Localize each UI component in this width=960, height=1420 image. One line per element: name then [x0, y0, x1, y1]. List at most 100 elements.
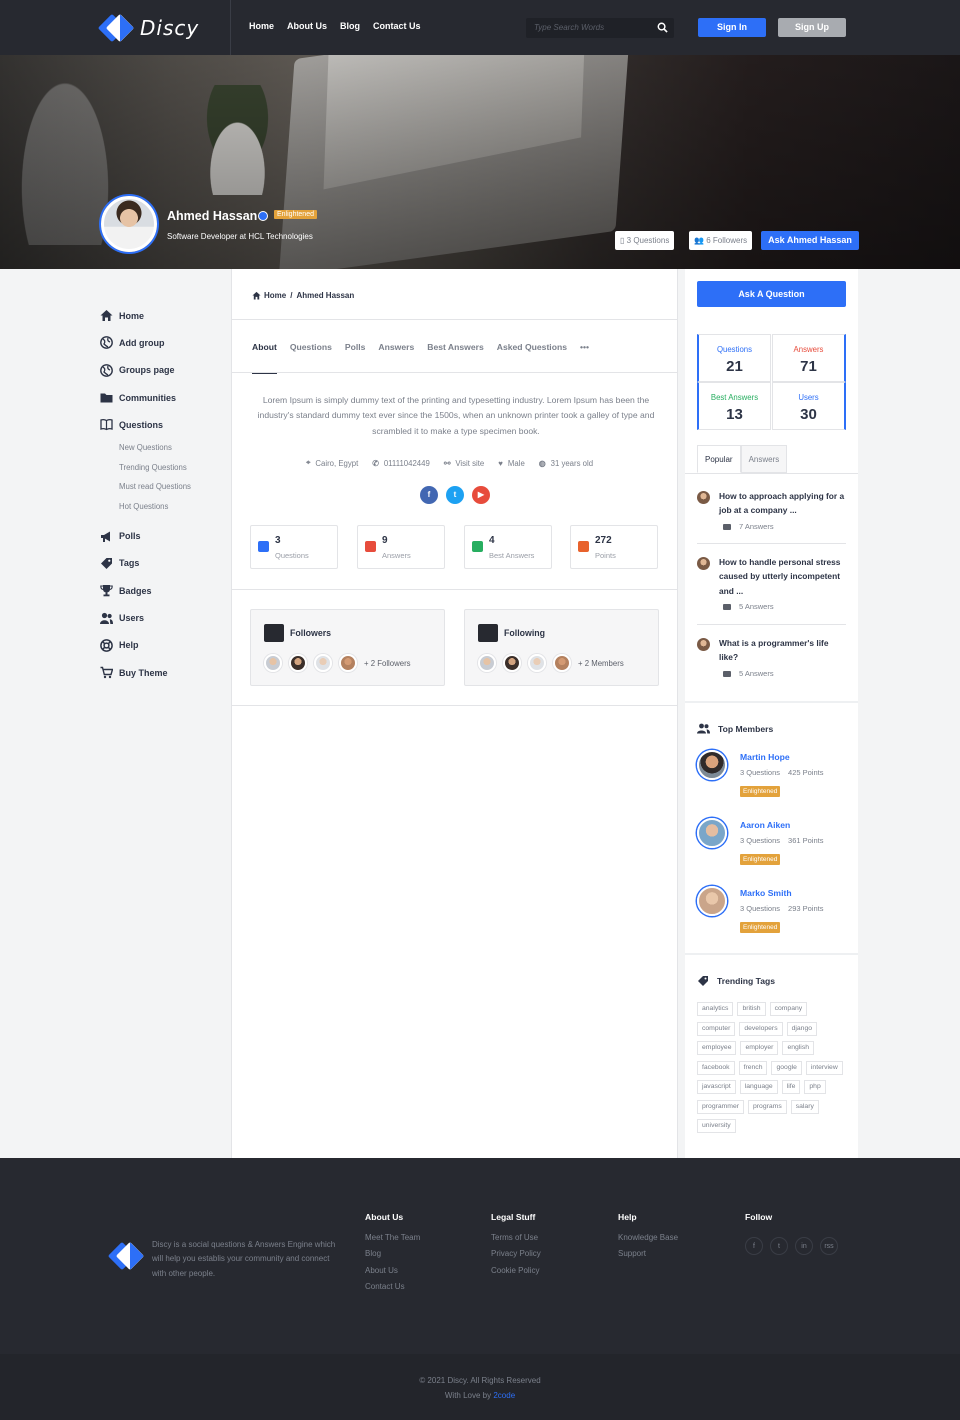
member-name[interactable]: Aaron Aiken [740, 820, 790, 830]
tag-british[interactable]: british [737, 1002, 766, 1016]
facebook-icon[interactable]: f [745, 1237, 763, 1255]
credit-link[interactable]: 2code [493, 1391, 515, 1400]
avatar[interactable] [553, 654, 571, 672]
followers-more[interactable]: + 2 Followers [364, 659, 411, 668]
sidebar-item-communities[interactable]: Communities [100, 384, 230, 411]
tab-answers[interactable]: Answers [378, 342, 414, 352]
following-more[interactable]: + 2 Members [578, 659, 624, 668]
footer-link-privacy-policy[interactable]: Privacy Policy [491, 1249, 541, 1265]
sidebar-item-buy-theme[interactable]: Buy Theme [100, 659, 230, 686]
tab-about[interactable]: About [252, 342, 277, 374]
question-title[interactable]: How to approach applying for a job at a … [719, 489, 846, 518]
footer-link-about-us[interactable]: About Us [365, 1266, 420, 1282]
footer-link-knowledge-base[interactable]: Knowledge Base [618, 1233, 678, 1249]
sidebar-subitem-must-read-questions[interactable]: Must read Questions [100, 477, 230, 497]
sidebar-item-tags[interactable]: Tags [100, 550, 230, 577]
sidebar-item-users[interactable]: Users [100, 604, 230, 631]
tab-questions[interactable]: Questions [290, 342, 332, 352]
search-icon[interactable] [657, 22, 668, 33]
nav-home[interactable]: Home [249, 21, 274, 31]
tag-french[interactable]: french [738, 1060, 768, 1075]
tag-developers[interactable]: developers [739, 1021, 783, 1036]
sidebar-item-help[interactable]: Help [100, 632, 230, 659]
twitter-icon[interactable]: t [770, 1237, 788, 1255]
footer-link-blog[interactable]: Blog [365, 1249, 420, 1265]
avatar[interactable] [697, 557, 710, 570]
stat-card-questions[interactable]: 3 Questions [250, 525, 338, 569]
logo[interactable]: Discy [97, 12, 199, 44]
questions-chip[interactable]: ▯ 3 Questions [615, 231, 675, 250]
tab-answers-widget[interactable]: Answers [740, 445, 788, 473]
member-name[interactable]: Martin Hope [740, 752, 790, 762]
nav-about-us[interactable]: About Us [287, 21, 327, 31]
tag-django[interactable]: django [786, 1021, 818, 1036]
facebook-icon[interactable]: f [420, 486, 438, 504]
nav-contact-us[interactable]: Contact Us [373, 21, 421, 31]
tag-employer[interactable]: employer [740, 1041, 779, 1055]
youtube-icon[interactable]: ▶ [472, 486, 490, 504]
avatar[interactable] [697, 638, 710, 651]
question-title[interactable]: How to handle personal stress caused by … [719, 555, 846, 598]
avatar[interactable] [314, 654, 332, 672]
sidebar-item-polls[interactable]: Polls [100, 522, 230, 549]
stat-card-points[interactable]: 272 Points [570, 525, 658, 569]
sign-in-button[interactable]: Sign In [698, 18, 766, 37]
question-answers[interactable]: 5 Answers [723, 669, 774, 678]
tag-company[interactable]: company [769, 1002, 808, 1016]
stat-card-answers[interactable]: 9 Answers [357, 525, 445, 569]
footer-logo-icon[interactable] [107, 1240, 145, 1272]
tag-programs[interactable]: programs [748, 1099, 787, 1114]
tag-salary[interactable]: salary [790, 1099, 819, 1114]
stat-card-best-answers[interactable]: 4 Best Answers [464, 525, 552, 569]
avatar[interactable] [289, 654, 307, 672]
sidebar-subitem-new-questions[interactable]: New Questions [100, 438, 230, 458]
tab-best-answers[interactable]: Best Answers [427, 342, 484, 352]
tag-university[interactable]: university [697, 1119, 736, 1133]
sign-up-button[interactable]: Sign Up [778, 18, 846, 37]
footer-link-terms-of-use[interactable]: Terms of Use [491, 1233, 541, 1249]
sidebar-item-home[interactable]: Home [100, 302, 230, 329]
linkedin-icon[interactable]: in [795, 1237, 813, 1255]
breadcrumb-home[interactable]: Home [264, 291, 286, 300]
sidebar-item-questions[interactable]: Questions [100, 411, 230, 438]
avatar[interactable] [697, 818, 727, 848]
tag-facebook[interactable]: facebook [697, 1060, 735, 1075]
followers-chip[interactable]: 👥 6 Followers [689, 231, 753, 250]
meta-site[interactable]: ⚯ Visit site [444, 459, 484, 468]
site-link[interactable]: Visit site [455, 459, 484, 468]
tag-interview[interactable]: interview [805, 1060, 843, 1075]
sidebar-subitem-hot-questions[interactable]: Hot Questions [100, 497, 230, 517]
footer-link-contact-us[interactable]: Contact Us [365, 1282, 420, 1298]
tag-google[interactable]: google [771, 1060, 802, 1075]
avatar[interactable] [697, 886, 727, 916]
tag-language[interactable]: language [739, 1080, 778, 1094]
avatar[interactable] [697, 491, 710, 504]
avatar[interactable] [503, 654, 521, 672]
ask-user-button[interactable]: Ask Ahmed Hassan [761, 231, 859, 250]
footer-link-cookie-policy[interactable]: Cookie Policy [491, 1266, 541, 1282]
tab-polls[interactable]: Polls [345, 342, 366, 352]
footer-link-meet-the-team[interactable]: Meet The Team [365, 1233, 420, 1249]
avatar[interactable] [339, 654, 357, 672]
tag-programmer[interactable]: programmer [697, 1099, 745, 1114]
tab-asked-questions[interactable]: Asked Questions [497, 342, 567, 352]
tab-more[interactable]: ••• [580, 342, 589, 352]
nav-blog[interactable]: Blog [340, 21, 360, 31]
tag-english[interactable]: english [782, 1041, 814, 1055]
tag-life[interactable]: life [781, 1080, 801, 1094]
twitter-icon[interactable]: t [446, 486, 464, 504]
avatar[interactable] [264, 654, 282, 672]
search-input[interactable]: Type Search Words [526, 18, 674, 38]
question-answers[interactable]: 5 Answers [723, 602, 774, 611]
footer-link-support[interactable]: Support [618, 1249, 678, 1265]
tag-employee[interactable]: employee [697, 1041, 737, 1055]
tag-php[interactable]: php [804, 1080, 826, 1094]
tag-computer[interactable]: computer [697, 1021, 736, 1036]
tag-analytics[interactable]: analytics [697, 1002, 734, 1016]
sidebar-item-add-group[interactable]: Add group [100, 329, 230, 356]
question-title[interactable]: What is a programmer's life like? [719, 636, 846, 665]
sidebar-subitem-trending-questions[interactable]: Trending Questions [100, 458, 230, 478]
sidebar-item-groups-page[interactable]: Groups page [100, 357, 230, 384]
sidebar-item-badges[interactable]: Badges [100, 577, 230, 604]
rss-icon[interactable]: rss [820, 1237, 838, 1255]
